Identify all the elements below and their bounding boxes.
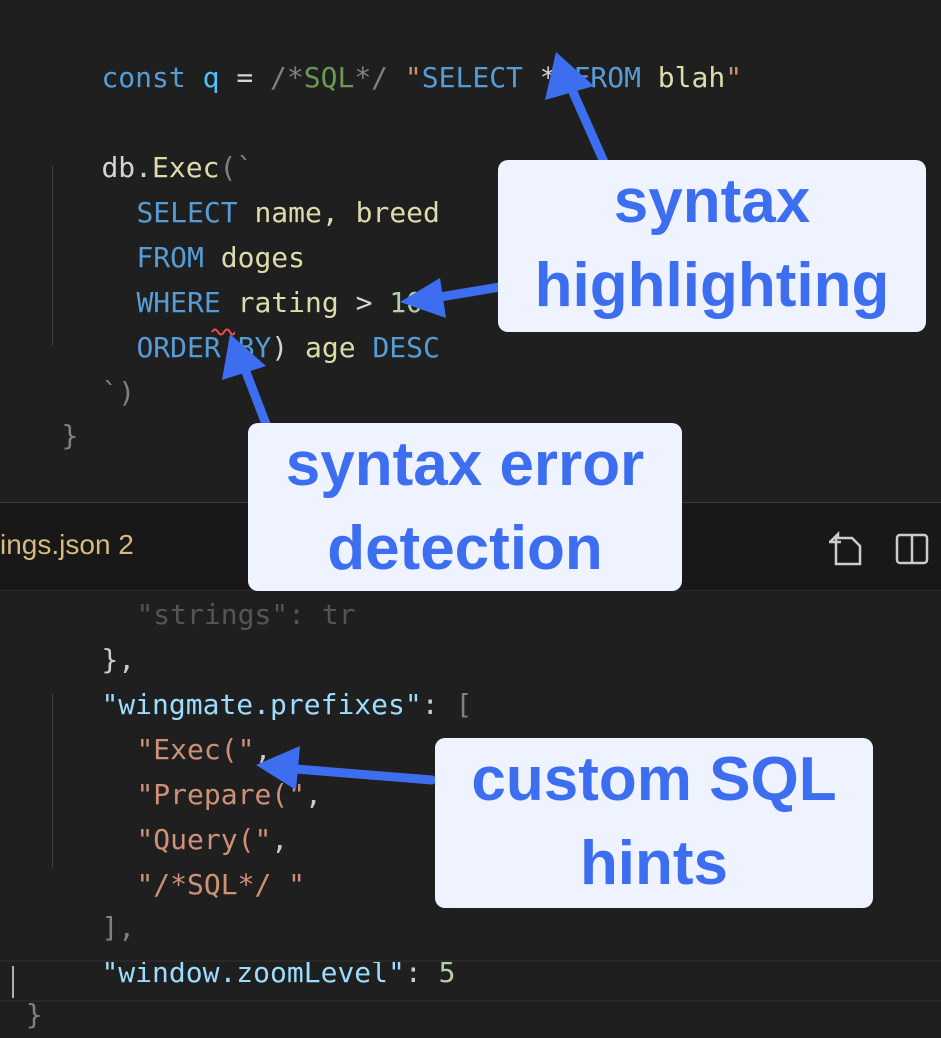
arrow-to-from-keyword bbox=[545, 52, 609, 167]
arrow-to-desc-keyword bbox=[400, 278, 505, 318]
callout-syntax-error-detection: syntax error detection bbox=[248, 423, 682, 591]
callout-syntax-highlighting: syntax highlighting bbox=[498, 160, 926, 332]
arrow-to-error-paren bbox=[222, 334, 271, 429]
arrow-to-prepare-prefix bbox=[256, 746, 437, 790]
callout-custom-sql-hints: custom SQL hints bbox=[435, 738, 873, 908]
